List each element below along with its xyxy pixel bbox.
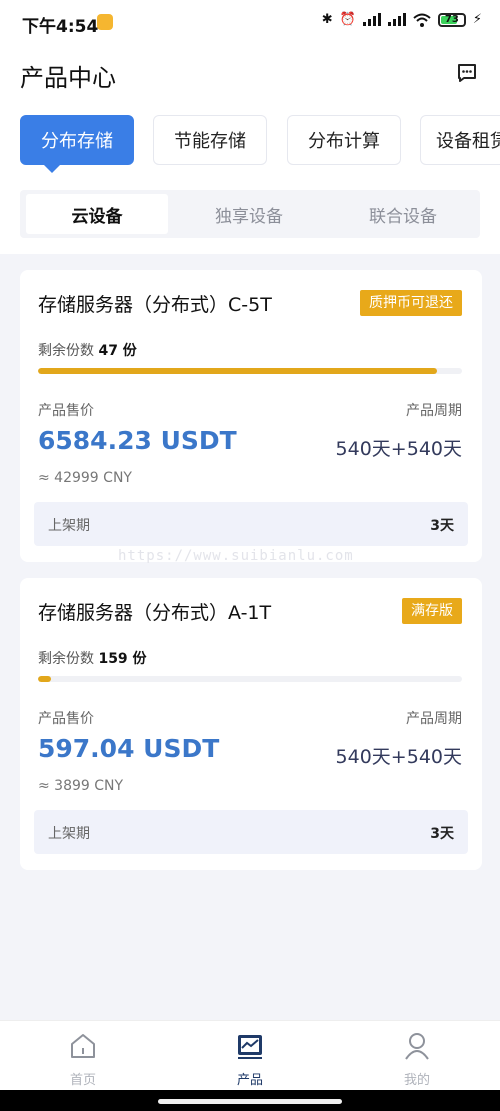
tab-device-rental[interactable]: 设备租赁 bbox=[420, 115, 500, 165]
charging-icon: ⚡ bbox=[472, 12, 482, 27]
bottom-navigation: 首页 产品 我的 bbox=[0, 1020, 500, 1091]
product-period: 540天+540天 bbox=[335, 438, 462, 460]
price-label: 产品售价 bbox=[38, 711, 94, 727]
subtab-joint-device[interactable]: 联合设备 bbox=[332, 194, 474, 234]
tab-distributed-storage[interactable]: 分布存储 bbox=[20, 115, 134, 173]
nav-mine-label: 我的 bbox=[403, 1073, 430, 1088]
product-badge: 满存版 bbox=[402, 598, 462, 624]
page-title: 产品中心 bbox=[20, 64, 116, 92]
product-badge: 质押币可退还 bbox=[360, 290, 462, 316]
subtab-exclusive-device[interactable]: 独享设备 bbox=[178, 194, 320, 234]
shelf-label: 上架期 bbox=[48, 826, 90, 842]
alarm-icon: ⏰ bbox=[339, 12, 356, 27]
page-header: 产品中心 bbox=[0, 44, 500, 104]
price-cny: ≈ 3899 CNY bbox=[38, 778, 124, 794]
product-card[interactable]: 存储服务器（分布式）A-1T 满存版 剩余份数 159 份 产品售价 产品周期 … bbox=[20, 578, 482, 870]
wifi-icon bbox=[413, 13, 431, 27]
price-label: 产品售价 bbox=[38, 403, 94, 419]
device-type-tabs: 云设备 独享设备 联合设备 bbox=[20, 190, 480, 238]
subtabs-section: 云设备 独享设备 联合设备 bbox=[0, 184, 500, 254]
category-tabs: 分布存储 节能存储 分布计算 设备租赁 bbox=[0, 104, 500, 184]
subtab-cloud-device[interactable]: 云设备 bbox=[26, 194, 168, 234]
shelf-value: 3天 bbox=[430, 826, 454, 842]
bluetooth-icon: ✱ bbox=[321, 12, 333, 27]
product-period: 540天+540天 bbox=[335, 746, 462, 768]
period-label: 产品周期 bbox=[406, 711, 462, 727]
tab-energy-saving-storage[interactable]: 节能存储 bbox=[153, 115, 267, 165]
status-bar: 下午4:54 ✱ ⏰ 73 ⚡ bbox=[0, 0, 500, 44]
shelf-period-row: 上架期 3天 bbox=[34, 810, 468, 854]
price-cny: ≈ 42999 CNY bbox=[38, 470, 132, 486]
remaining-shares: 剩余份数 47 份 bbox=[38, 343, 137, 359]
watermark-text: https://www.suibianlu.com bbox=[118, 548, 354, 564]
message-icon[interactable] bbox=[456, 62, 478, 84]
product-card[interactable]: 存储服务器（分布式）C-5T 质押币可退还 剩余份数 47 份 产品售价 产品周… bbox=[20, 270, 482, 562]
nav-product-label: 产品 bbox=[236, 1073, 263, 1088]
remaining-shares: 剩余份数 159 份 bbox=[38, 651, 147, 667]
shelf-label: 上架期 bbox=[48, 518, 90, 534]
battery-icon: 73 bbox=[437, 12, 466, 27]
product-chart-icon bbox=[238, 1035, 262, 1059]
signal-icon bbox=[362, 13, 381, 26]
status-icons: ✱ ⏰ 73 ⚡ bbox=[322, 12, 482, 27]
home-indicator[interactable] bbox=[158, 1099, 342, 1104]
nav-home[interactable]: 首页 bbox=[0, 1021, 166, 1091]
period-label: 产品周期 bbox=[406, 403, 462, 419]
product-price: 597.04 USDT bbox=[38, 734, 220, 763]
product-price: 6584.23 USDT bbox=[38, 426, 237, 455]
status-time: 下午4:54 bbox=[22, 17, 99, 37]
user-icon bbox=[405, 1033, 429, 1060]
product-name: 存储服务器（分布式）C-5T bbox=[38, 294, 272, 316]
shelf-period-row: 上架期 3天 bbox=[34, 502, 468, 546]
product-name: 存储服务器（分布式）A-1T bbox=[38, 602, 272, 624]
nav-home-label: 首页 bbox=[69, 1073, 96, 1088]
notification-app-icon bbox=[97, 14, 113, 30]
remaining-progress bbox=[38, 676, 462, 682]
tab-distributed-computing[interactable]: 分布计算 bbox=[287, 115, 401, 165]
nav-mine[interactable]: 我的 bbox=[334, 1021, 500, 1091]
shelf-value: 3天 bbox=[430, 518, 454, 534]
remaining-progress bbox=[38, 368, 462, 374]
home-icon bbox=[71, 1034, 95, 1058]
nav-product[interactable]: 产品 bbox=[167, 1021, 333, 1091]
signal-icon-2 bbox=[387, 13, 406, 26]
